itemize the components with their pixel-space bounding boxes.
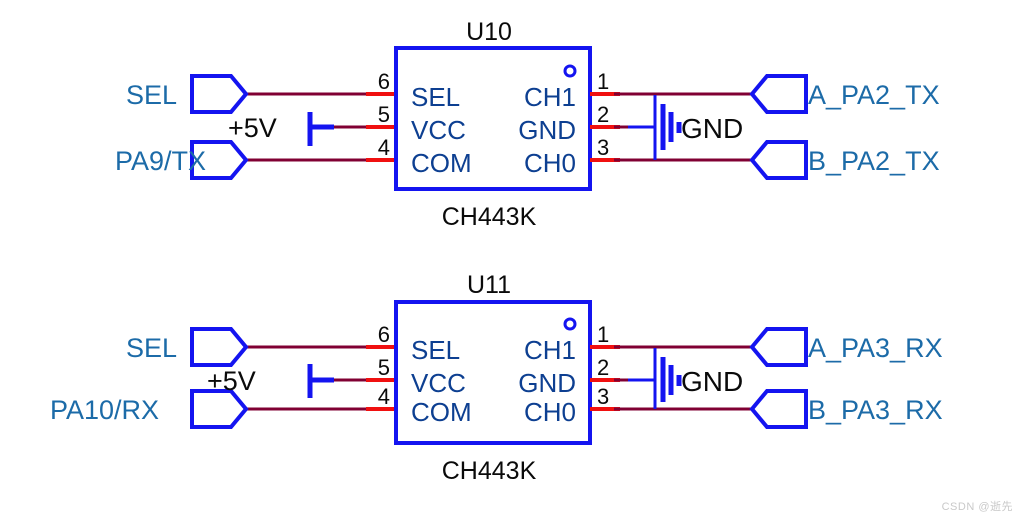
pin-number-u11-2: 2 [597, 355, 609, 380]
net-flag-u10-sel[interactable] [190, 74, 249, 114]
net-flag-u11-com[interactable] [190, 389, 249, 429]
pin1-marker-icon-u10 [563, 64, 577, 78]
pin-name-u10-4: COM [411, 148, 472, 178]
pin1-marker-icon-u11 [563, 317, 577, 331]
power-symbol-u10-5v[interactable] [307, 112, 334, 146]
pin-name-u11-1: CH1 [524, 335, 576, 365]
pin-name-u11-4: COM [411, 397, 472, 427]
net-flag-u10-ch0[interactable] [749, 140, 808, 180]
pin-number-u11-3: 3 [597, 384, 609, 409]
pin-name-u10-5: VCC [411, 115, 466, 145]
pin-name-u10-2: GND [518, 115, 576, 145]
pin-number-u11-4: 4 [378, 384, 390, 409]
net-label-u11-left-1: +5V [207, 366, 256, 396]
schematic-canvas: SEL +5V PA9/TX A_PA2_TX GND B_PA2_TX SEL… [0, 0, 1023, 519]
net-label-u11-right-0: A_PA3_RX [808, 333, 943, 363]
net-label-u10-left-2: PA9/TX [115, 146, 206, 176]
net-label-u10-right-0: A_PA2_TX [808, 80, 940, 110]
ground-symbol-u10[interactable] [628, 95, 682, 160]
ground-symbol-u11[interactable] [628, 348, 682, 409]
pin-number-u11-5: 5 [378, 355, 390, 380]
pin-number-u10-4: 4 [378, 135, 390, 160]
pin-number-u10-1: 1 [597, 69, 609, 94]
pin-number-u11-1: 1 [597, 322, 609, 347]
net-label-u10-left-1: +5V [228, 113, 277, 143]
net-label-u11-left-0: SEL [126, 333, 177, 363]
value-u10[interactable]: CH443K [442, 203, 537, 231]
net-label-u11-left-2: PA10/RX [50, 395, 159, 425]
refdes-u10[interactable]: U10 [466, 18, 512, 46]
net-label-u10-right-2: B_PA2_TX [808, 146, 940, 176]
pin-number-u10-6: 6 [378, 69, 390, 94]
net-flag-u10-ch1[interactable] [749, 74, 808, 114]
value-u11[interactable]: CH443K [442, 457, 537, 485]
pin-name-u11-6: SEL [411, 335, 460, 365]
pin-name-u11-5: VCC [411, 368, 466, 398]
watermark: CSDN @逝先 [941, 501, 1013, 513]
pin-number-u10-2: 2 [597, 102, 609, 127]
pin-name-u11-2: GND [518, 368, 576, 398]
net-label-u11-right-2: B_PA3_RX [808, 395, 943, 425]
power-symbol-u11-5v[interactable] [307, 364, 334, 398]
pin-number-u10-3: 3 [597, 135, 609, 160]
schematic-drawing: SEL +5V PA9/TX A_PA2_TX GND B_PA2_TX SEL… [50, 18, 943, 485]
schematic-block-u10[interactable]: SEL +5V PA9/TX A_PA2_TX GND B_PA2_TX SEL… [115, 18, 940, 231]
net-flag-u11-ch0[interactable] [749, 389, 808, 429]
net-label-u11-right-1: GND [681, 366, 743, 397]
pin-name-u10-6: SEL [411, 82, 460, 112]
pin-number-u10-5: 5 [378, 102, 390, 127]
pin-name-u10-1: CH1 [524, 82, 576, 112]
schematic-block-u11[interactable]: SEL +5V PA10/RX A_PA3_RX GND B_PA3_RX SE… [50, 271, 943, 485]
pin-name-u10-0: CH0 [524, 148, 576, 178]
net-flag-u11-ch1[interactable] [749, 327, 808, 367]
net-label-u10-left-0: SEL [126, 80, 177, 110]
refdes-u11[interactable]: U11 [467, 271, 511, 299]
net-flag-u11-sel[interactable] [190, 327, 249, 367]
pin-number-u11-6: 6 [378, 322, 390, 347]
net-label-u10-right-1: GND [681, 113, 743, 144]
pin-name-u11-0: CH0 [524, 397, 576, 427]
